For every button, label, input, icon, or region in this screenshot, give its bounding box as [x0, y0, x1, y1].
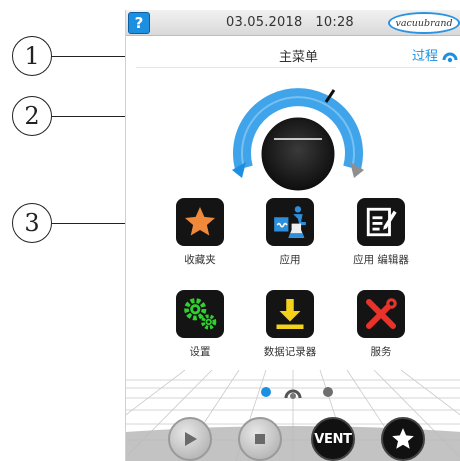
app-label: 数据记录器 [263, 346, 317, 358]
vent-label: VENT [314, 431, 352, 447]
pressure-gauge[interactable] [230, 82, 366, 198]
app-editor[interactable]: 应用 编辑器 [351, 198, 411, 267]
app-label: 收藏夹 [184, 254, 216, 266]
gauge-unit: mbar [188, 157, 220, 171]
app-label: 设置 [189, 346, 211, 358]
gauge-setpoint: 100 [193, 112, 215, 126]
process-arc-icon[interactable] [442, 48, 458, 64]
home-arc-icon[interactable] [283, 384, 303, 400]
page-indicator [126, 382, 460, 402]
app-label: 应用 [279, 254, 301, 266]
callout-1: 1 [12, 36, 52, 76]
stop-icon [255, 434, 265, 444]
app-service[interactable]: 服务 [351, 290, 411, 359]
gauge-readout: 100 997 mbar [169, 112, 239, 171]
star-icon [185, 207, 215, 236]
help-icon: ? [134, 14, 144, 32]
brand-logo: vacuubrand [388, 12, 460, 34]
callout-3: 3 [12, 203, 52, 243]
gauge-value: 997 [181, 130, 227, 158]
app-label: 服务 [370, 346, 392, 358]
play-icon [185, 432, 197, 446]
stop-button[interactable] [238, 417, 282, 461]
app-settings[interactable]: 设置 [170, 290, 230, 359]
status-bar: ? 03.05.2018 10:28 vacuubrand [126, 10, 460, 36]
help-button[interactable]: ? [128, 12, 150, 34]
app-favorites[interactable]: 收藏夹 [170, 198, 230, 267]
download-icon [276, 299, 304, 329]
vent-button[interactable]: VENT [311, 417, 355, 461]
start-button[interactable] [168, 417, 212, 461]
device-screen: ? 03.05.2018 10:28 vacuubrand 主菜单 过程 100… [125, 10, 460, 461]
title-divider [136, 67, 456, 68]
settings-gears-icon [184, 298, 217, 330]
page-dot[interactable] [323, 387, 333, 397]
application-icon [274, 206, 306, 238]
page-dot-active[interactable] [261, 387, 271, 397]
star-icon [392, 428, 414, 449]
favorites-button[interactable] [381, 417, 425, 461]
process-link[interactable]: 过程 [412, 45, 438, 64]
editor-icon [366, 207, 397, 237]
app-label: 应用 编辑器 [353, 254, 409, 266]
app-data-logger[interactable]: 数据记录器 [260, 290, 320, 359]
page-title: 主菜单 [278, 50, 318, 65]
date-time: 03.05.2018 10:28 [226, 15, 354, 30]
callout-2: 2 [12, 96, 52, 136]
app-applications[interactable]: 应用 [260, 198, 320, 267]
tools-icon [366, 298, 397, 329]
